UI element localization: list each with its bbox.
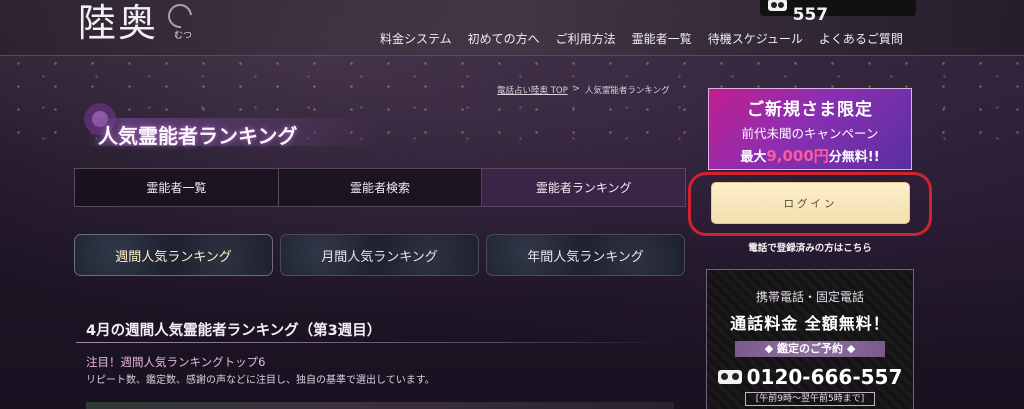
phone-box-number: 0120-666-557 [746, 365, 903, 389]
tab-psychic-search[interactable]: 霊能者検索 [278, 169, 483, 206]
campaign-offer: 最大9,000円分無料!! [709, 145, 911, 166]
site-logo[interactable]: 陸奥 [78, 0, 158, 47]
campaign-offer-suffix: 分無料!! [828, 150, 880, 165]
ranking-note-description: リピート数、鑑定数、感謝の声などに注目し、独自の基準で選出しています。 [86, 375, 435, 386]
monthly-ranking-button[interactable]: 月間人気ランキング [280, 234, 479, 276]
section-title: 4月の週間人気霊能者ランキング（第3週目） [86, 323, 382, 339]
tab-psychic-list[interactable]: 霊能者一覧 [75, 169, 279, 206]
site-header: 陸奥 むつ 0120-666-557 料金システム 初めての方へ ご利用方法 霊… [0, 0, 1024, 56]
nav-psychic-list[interactable]: 霊能者一覧 [632, 30, 692, 47]
yearly-ranking-button[interactable]: 年間人気ランキング [486, 234, 685, 276]
campaign-offer-prefix: 最大 [740, 150, 767, 165]
main-nav: 料金システム 初めての方へ ご利用方法 霊能者一覧 待機スケジュール よくあるご… [380, 30, 919, 47]
psychic-tabs: 霊能者一覧 霊能者検索 霊能者ランキング [74, 168, 686, 207]
phone-box-number-row: 0120-666-557 [707, 365, 913, 389]
tab-psychic-ranking[interactable]: 霊能者ランキング [482, 169, 686, 206]
weekly-ranking-button[interactable]: 週間人気ランキング [74, 234, 273, 276]
new-customer-campaign-banner[interactable]: ご新規さま限定 前代未聞のキャンペーン 最大9,000円分無料!! [708, 88, 912, 170]
ranking-note-title: 注目！週間人気ランキングトップ6 [86, 355, 266, 369]
site-logo-reading: むつ [174, 31, 193, 41]
breadcrumb-current: 人気霊能者ランキング [584, 86, 670, 96]
free-dial-icon [768, 0, 787, 11]
phone-box-line-types: 携帯電話・固定電話 [755, 290, 864, 304]
ranking-card-top-edge [86, 402, 674, 409]
campaign-offer-price: 9,000円 [766, 147, 829, 165]
nav-pricing[interactable]: 料金システム [380, 30, 452, 47]
page-title: 人気霊能者ランキング [98, 124, 298, 148]
nav-how-to-use[interactable]: ご利用方法 [556, 30, 616, 47]
campaign-subline: 前代未聞のキャンペーン [741, 126, 879, 141]
ranking-period-buttons: 週間人気ランキング 月間人気ランキング 年間人気ランキング [74, 234, 686, 276]
free-dial-icon [717, 370, 742, 384]
section-divider [76, 342, 676, 343]
phone-registered-link[interactable]: 電話で登録済みの方はこちら [708, 240, 912, 254]
campaign-headline: ご新規さま限定 [747, 100, 873, 120]
nav-schedule[interactable]: 待機スケジュール [708, 30, 803, 47]
phone-reservation-box[interactable]: 携帯電話・固定電話 通話料金 全額無料！ ◆ 鑑定のご予約 ◆ 0120-666… [706, 269, 914, 409]
breadcrumb: 電話占い陸奥 TOP > 人気霊能者ランキング [497, 84, 670, 96]
breadcrumb-separator: > [572, 84, 580, 94]
breadcrumb-home-link[interactable]: 電話占い陸奥 TOP [497, 84, 568, 96]
phone-box-free-call: 通話料金 全額無料！ [730, 314, 890, 333]
nav-first-time[interactable]: 初めての方へ [468, 30, 540, 47]
nav-faq[interactable]: よくあるご質問 [819, 30, 903, 47]
header-phone-number: 0120-666-557 [792, 0, 890, 25]
header-phone[interactable]: 0120-666-557 [760, 0, 916, 25]
phone-box-reservation: ◆ 鑑定のご予約 ◆ [735, 341, 885, 357]
phone-box-hours: [午前9時～翌午前5時まで] [745, 392, 875, 406]
login-button[interactable]: ログイン [711, 182, 910, 224]
page-title-block: 人気霊能者ランキング [76, 102, 380, 150]
